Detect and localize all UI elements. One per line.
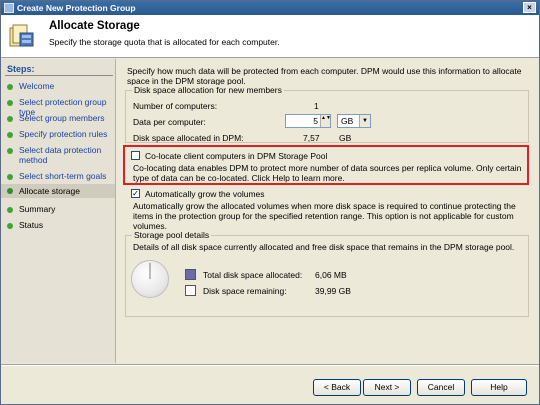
step-allocate-storage[interactable]: Allocate storage (1, 184, 115, 198)
steps-title: Steps: (7, 64, 35, 74)
step-status: Status (1, 220, 115, 230)
cancel-button[interactable]: Cancel (417, 379, 465, 396)
step-label: Status (19, 220, 44, 230)
step-label: Select group members (19, 113, 105, 123)
help-button[interactable]: Help (471, 379, 527, 396)
wizard-window: Create New Protection Group × Allocate S… (0, 0, 540, 405)
step-complete-icon (7, 148, 13, 154)
step-label: Select short-term goals (19, 171, 107, 181)
footer-divider-highlight (1, 365, 539, 366)
step-complete-icon (7, 174, 13, 180)
disk-remaining-label: Disk space remaining: (203, 286, 287, 296)
step-summary: Summary (1, 204, 115, 214)
window-title: Create New Protection Group (17, 3, 136, 13)
colocate-description: Co-locating data enables DPM to protect … (133, 163, 522, 183)
step-select-short-term-goals[interactable]: Select short-term goals (1, 171, 115, 181)
back-button[interactable]: < Back (313, 379, 361, 396)
step-current-icon (7, 188, 13, 194)
disk-allocated-label: Disk space allocated in DPM: (133, 133, 244, 143)
remaining-color-swatch (185, 285, 196, 296)
step-specify-protection-rules[interactable]: Specify protection rules (1, 129, 115, 139)
close-button[interactable]: × (523, 2, 536, 13)
title-bar: Create New Protection Group × (1, 1, 539, 15)
disk-remaining-value: 39,99 GB (315, 286, 351, 296)
step-welcome[interactable]: Welcome (1, 81, 115, 91)
step-select-data-protection-method[interactable]: Select data protection method (1, 145, 105, 165)
data-per-computer-value: 5 (313, 116, 318, 126)
storage-wizard-icon (9, 24, 34, 47)
step-complete-icon (7, 132, 13, 138)
step-label: Summary (19, 204, 56, 214)
disk-usage-pie-chart (131, 260, 169, 298)
step-label: Select data protection method (19, 145, 102, 165)
data-per-computer-spinner[interactable]: 5 ▲▼ (285, 114, 331, 128)
number-of-computers-label: Number of computers: (133, 101, 218, 111)
allocated-color-swatch (185, 269, 196, 280)
step-complete-icon (7, 116, 13, 122)
steps-sidebar: Steps: Welcome Select protection group t… (1, 59, 116, 363)
main-content: Specify how much data will be protected … (117, 59, 539, 363)
number-of-computers-value: 1 (314, 101, 319, 111)
page-subtitle: Specify the storage quota that is alloca… (49, 37, 280, 47)
disk-allocated-unit: GB (339, 133, 352, 143)
total-allocated-value: 6,06 MB (315, 270, 347, 280)
step-select-group-members[interactable]: Select group members (1, 113, 115, 123)
steps-divider (5, 75, 113, 76)
wizard-header: Allocate Storage Specify the storage quo… (1, 15, 539, 58)
disk-allocated-value: 7,57 (303, 133, 320, 143)
step-complete-icon (7, 100, 13, 106)
storage-pool-description: Details of all disk space currently allo… (133, 242, 515, 252)
step-pending-icon (7, 207, 13, 213)
group-legend: Storage pool details (132, 230, 212, 240)
step-pending-icon (7, 223, 13, 229)
next-button[interactable]: Next > (363, 379, 411, 396)
app-icon (4, 3, 14, 13)
step-label: Welcome (19, 81, 55, 91)
unit-value: GB (341, 116, 354, 126)
autogrow-checkbox[interactable]: ✓ (131, 189, 140, 198)
spin-arrows-icon[interactable]: ▲▼ (320, 115, 331, 127)
colocate-checkbox[interactable] (131, 151, 140, 160)
step-label: Allocate storage (19, 186, 80, 196)
step-complete-icon (7, 84, 13, 90)
autogrow-label[interactable]: Automatically grow the volumes (145, 189, 265, 199)
data-per-computer-label: Data per computer: (133, 117, 206, 127)
chevron-down-icon[interactable]: ▼ (359, 115, 370, 127)
unit-select[interactable]: GB ▼ (337, 114, 371, 128)
group-legend: Disk space allocation for new members (132, 85, 284, 95)
intro-text: Specify how much data will be protected … (127, 66, 522, 86)
step-label: Specify protection rules (19, 129, 108, 139)
colocate-label[interactable]: Co-locate client computers in DPM Storag… (145, 151, 327, 161)
total-allocated-label: Total disk space allocated: (203, 270, 303, 280)
autogrow-description: Automatically grow the allocated volumes… (133, 201, 516, 231)
page-title: Allocate Storage (49, 20, 140, 32)
